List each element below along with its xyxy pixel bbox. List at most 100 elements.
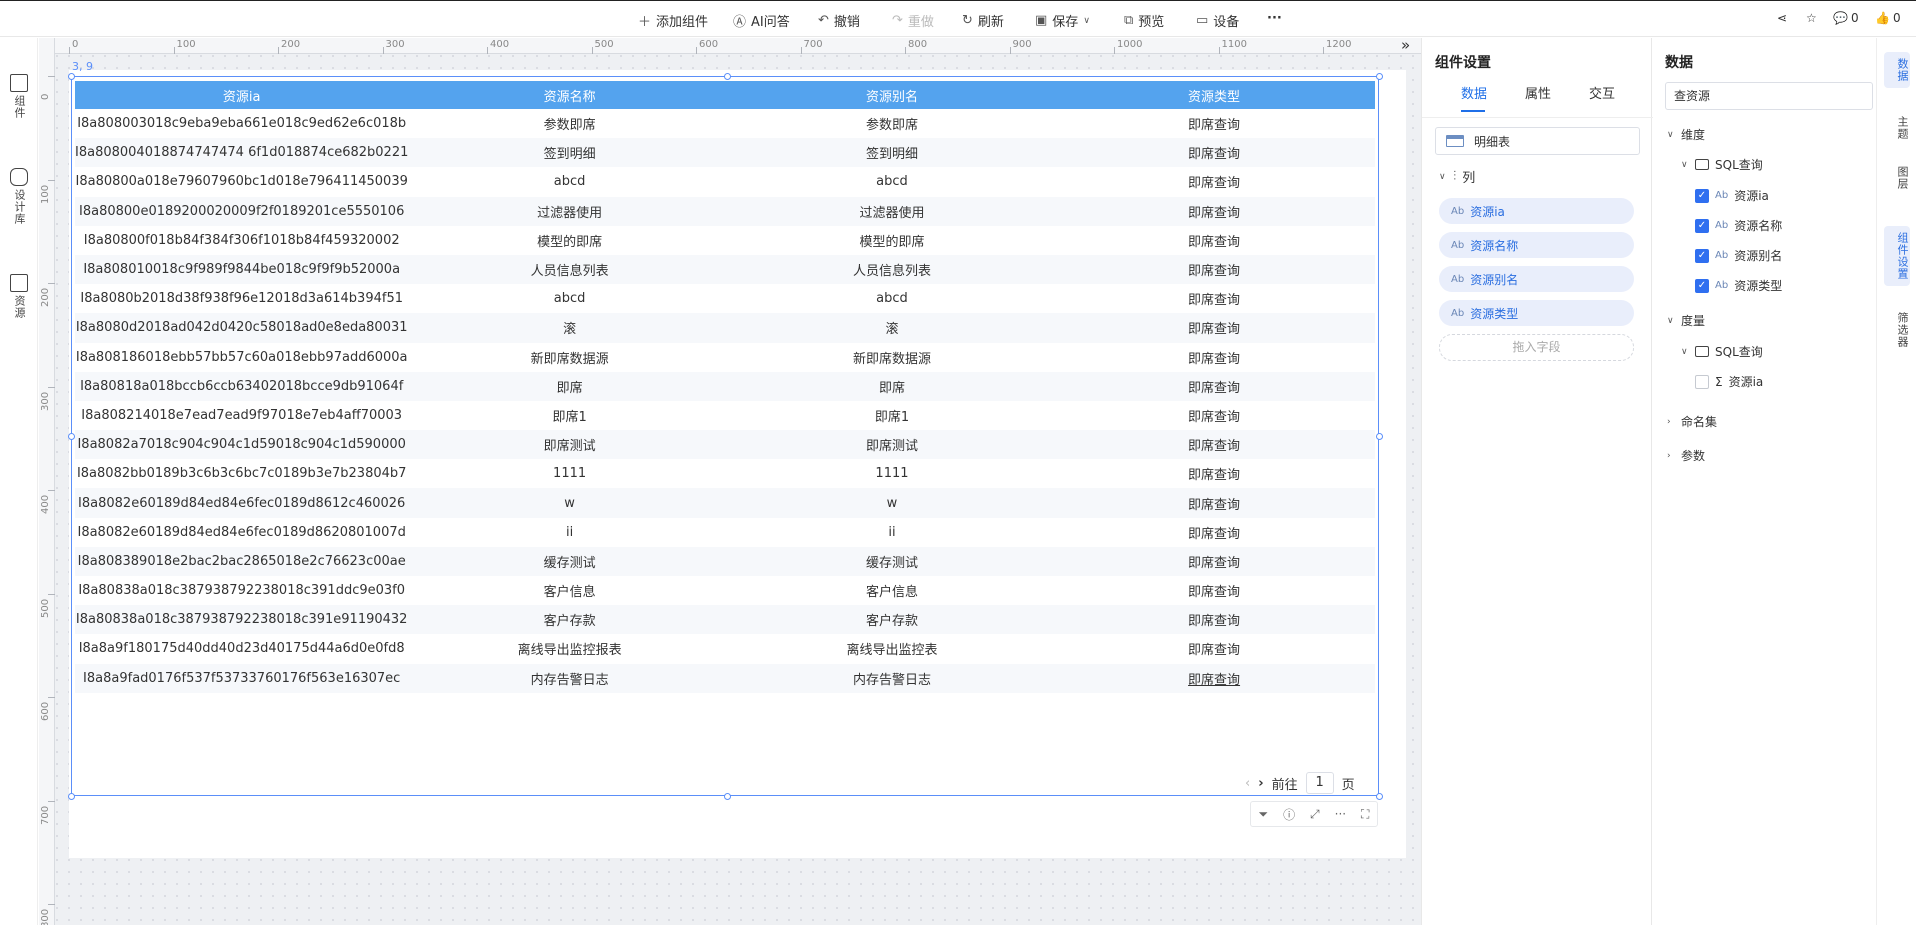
tab-interaction[interactable]: 交互 <box>1589 83 1615 102</box>
dimension-field[interactable]: ✓ Ab 资源名称 <box>1695 217 1782 234</box>
column-header[interactable]: 资源别名 <box>730 81 1054 109</box>
like-button[interactable]: 👍 0 <box>1875 11 1901 25</box>
chart-type-selector[interactable]: 明细表 <box>1435 127 1640 155</box>
resize-handle[interactable] <box>724 793 731 800</box>
right-nav-filter[interactable]: 筛选器 <box>1884 306 1910 354</box>
table-row[interactable]: I8a808010018c9f989f9844be018c9f9f9b52000… <box>75 254 1375 285</box>
field-pill[interactable]: Ab 资源类型 <box>1439 300 1634 326</box>
right-nav-layers[interactable]: 图层 <box>1884 160 1910 196</box>
resize-handle[interactable] <box>68 793 75 800</box>
table-row[interactable]: I8a8080b2018d38f938f96e12018d3a614b394f5… <box>75 284 1375 313</box>
table-row[interactable]: I8a8082e60189d84ed84e6fec0189d8612c46002… <box>75 488 1375 518</box>
table-row[interactable]: I8a808214018e7ead7ead9f97018e7eb4aff7000… <box>75 401 1375 430</box>
undo-button[interactable]: ↶ 撤销 <box>818 11 860 30</box>
chevron-right-icon: › <box>1667 450 1671 461</box>
field-pill[interactable]: Ab 资源名称 <box>1439 232 1634 258</box>
ruler-label: 400 <box>40 494 51 514</box>
info-icon[interactable]: ⓘ <box>1283 806 1295 823</box>
params-group[interactable]: › 参数 <box>1667 447 1705 464</box>
add-component-button[interactable]: ＋添加组件 <box>638 11 708 30</box>
more-icon[interactable]: ··· <box>1335 807 1346 821</box>
named-set-group[interactable]: › 命名集 <box>1667 413 1717 430</box>
share-icon[interactable]: ⋖ <box>1777 11 1787 25</box>
left-nav-design-library[interactable]: 设计库 <box>6 168 32 229</box>
ruler-tick <box>48 697 55 698</box>
columns-section[interactable]: ∨ ⫶ 列 <box>1439 167 1475 186</box>
checkbox-checked[interactable]: ✓ <box>1695 278 1709 293</box>
expand-icon[interactable]: ⤢ <box>1310 807 1320 822</box>
table-row[interactable]: I8a80838a018c387938792238018c391ddc9e03f… <box>75 576 1375 605</box>
table-row[interactable]: I8a80838a018c387938792238018c391e9119043… <box>75 605 1375 635</box>
dimension-field[interactable]: ✓ Ab 资源ia <box>1695 187 1769 204</box>
resize-handle[interactable] <box>68 433 75 440</box>
measure-field[interactable]: Σ 资源ia <box>1695 373 1763 390</box>
chevron-down-icon: ∨ <box>1667 129 1674 140</box>
table-row[interactable]: I8a80800f018b84f384f306f1018b84f45932000… <box>75 226 1375 255</box>
table-row[interactable]: I8a8082e60189d84ed84e6fec0189d8620801007… <box>75 518 1375 547</box>
table-row[interactable]: I8a80800a018e79607960bc1d018e79641145003… <box>75 167 1375 196</box>
page-input[interactable]: 1 <box>1305 772 1334 794</box>
resize-handle[interactable] <box>1376 433 1383 440</box>
more-button[interactable]: ··· <box>1267 11 1282 26</box>
star-icon[interactable]: ☆ <box>1806 11 1817 25</box>
table-row[interactable]: I8a8082bb0189b3c6b3c6bc7c0189b3e7b23804b… <box>75 459 1375 488</box>
dimension-field[interactable]: ✓ Ab 资源类型 <box>1695 277 1782 294</box>
table-row[interactable]: I8a80800e0189200020009f2f0189201ce555010… <box>75 196 1375 226</box>
ruler-label: 600 <box>40 701 51 721</box>
drop-field-zone[interactable]: 拖入字段 <box>1439 334 1634 361</box>
resize-handle[interactable] <box>68 73 75 80</box>
table-row[interactable]: I8a808186018ebb57bb57c60a018ebb97add6000… <box>75 343 1375 372</box>
ruler-tick <box>382 47 384 54</box>
resize-handle[interactable] <box>1376 793 1383 800</box>
ai-qa-button[interactable]: Ⓐ AI问答 <box>733 11 790 30</box>
table-row[interactable]: I8a8a9f180175d40dd40d23d40175d44a6d0e0fd… <box>75 634 1375 663</box>
table-cell: I8a80818a018bccb6ccb63402018bcce9db91064… <box>75 371 409 401</box>
right-nav-component-settings[interactable]: 组件设置 <box>1884 226 1910 286</box>
next-page-icon[interactable]: › <box>1258 776 1263 791</box>
checkbox-checked[interactable]: ✓ <box>1695 248 1709 263</box>
filter-icon[interactable]: ⏷ <box>1258 807 1268 822</box>
table-row[interactable]: I8a808389018e2bac2bac2865018e2c76623c00a… <box>75 546 1375 576</box>
resize-handle[interactable] <box>1376 73 1383 80</box>
save-button[interactable]: ▣ 保存 ∨ <box>1035 11 1090 30</box>
resize-handle[interactable] <box>724 73 731 80</box>
search-input[interactable]: 查资源 <box>1665 82 1873 110</box>
tab-data[interactable]: 数据 <box>1461 83 1487 102</box>
table-row[interactable]: I8a808003018c9eba9eba661e018c9ed62e6c018… <box>75 109 1375 138</box>
column-header[interactable]: 资源名称 <box>408 81 731 109</box>
device-button[interactable]: ▭ 设备 <box>1196 11 1239 30</box>
table-row[interactable]: I8a8082a7018c904c904c1d59018c904c1d59000… <box>75 430 1375 460</box>
checkbox-unchecked[interactable] <box>1695 374 1709 389</box>
ruler-tick <box>48 76 55 77</box>
left-sidebar: 组件 设计库 资源 <box>0 38 38 925</box>
dimension-group[interactable]: ∨ 维度 <box>1667 126 1705 143</box>
refresh-button[interactable]: ↻ 刷新 <box>962 11 1004 30</box>
checkbox-checked[interactable]: ✓ <box>1695 188 1709 203</box>
comment-button[interactable]: 💬 0 <box>1833 11 1859 25</box>
column-header[interactable]: 资源ia <box>75 81 409 109</box>
preview-button[interactable]: ⧉ 预览 <box>1124 11 1164 30</box>
field-pill[interactable]: Ab 资源ia <box>1439 198 1634 224</box>
dimension-field[interactable]: ✓ Ab 资源别名 <box>1695 247 1782 264</box>
right-nav-data[interactable]: 数据 <box>1884 52 1910 88</box>
prev-page-icon[interactable]: ‹ <box>1245 776 1250 791</box>
field-pill[interactable]: Ab 资源别名 <box>1439 266 1634 292</box>
checkbox-checked[interactable]: ✓ <box>1695 218 1709 233</box>
tab-properties[interactable]: 属性 <box>1525 83 1551 102</box>
right-nav-theme[interactable]: 主题 <box>1884 110 1910 146</box>
left-nav-resources[interactable]: 资源 <box>6 274 32 323</box>
sql-query-node[interactable]: ∨ SQL查询 <box>1681 156 1763 173</box>
column-header[interactable]: 资源类型 <box>1053 81 1375 109</box>
table-row[interactable]: I8a8a9fad0176f537f53733760176f563e16307e… <box>75 663 1375 693</box>
fullscreen-icon[interactable]: ⛶ <box>1361 807 1369 822</box>
left-nav-components[interactable]: 组件 <box>6 74 32 123</box>
table-cell: 即席查询 <box>1053 605 1375 635</box>
ruler-label: 0 <box>40 93 51 100</box>
measure-group[interactable]: ∨ 度量 <box>1667 312 1705 329</box>
collapse-panel-icon[interactable]: » <box>1401 36 1410 54</box>
redo-button[interactable]: ↷ 重做 <box>892 11 934 30</box>
table-row[interactable]: I8a8080d2018ad042d0420c58018ad0e8eda8003… <box>75 313 1375 343</box>
measure-sql-node[interactable]: ∨ SQL查询 <box>1681 343 1763 360</box>
table-row[interactable]: I8a808004018874747474 6f1d018874ce682b02… <box>75 138 1375 168</box>
table-row[interactable]: I8a80818a018bccb6ccb63402018bcce9db91064… <box>75 371 1375 401</box>
